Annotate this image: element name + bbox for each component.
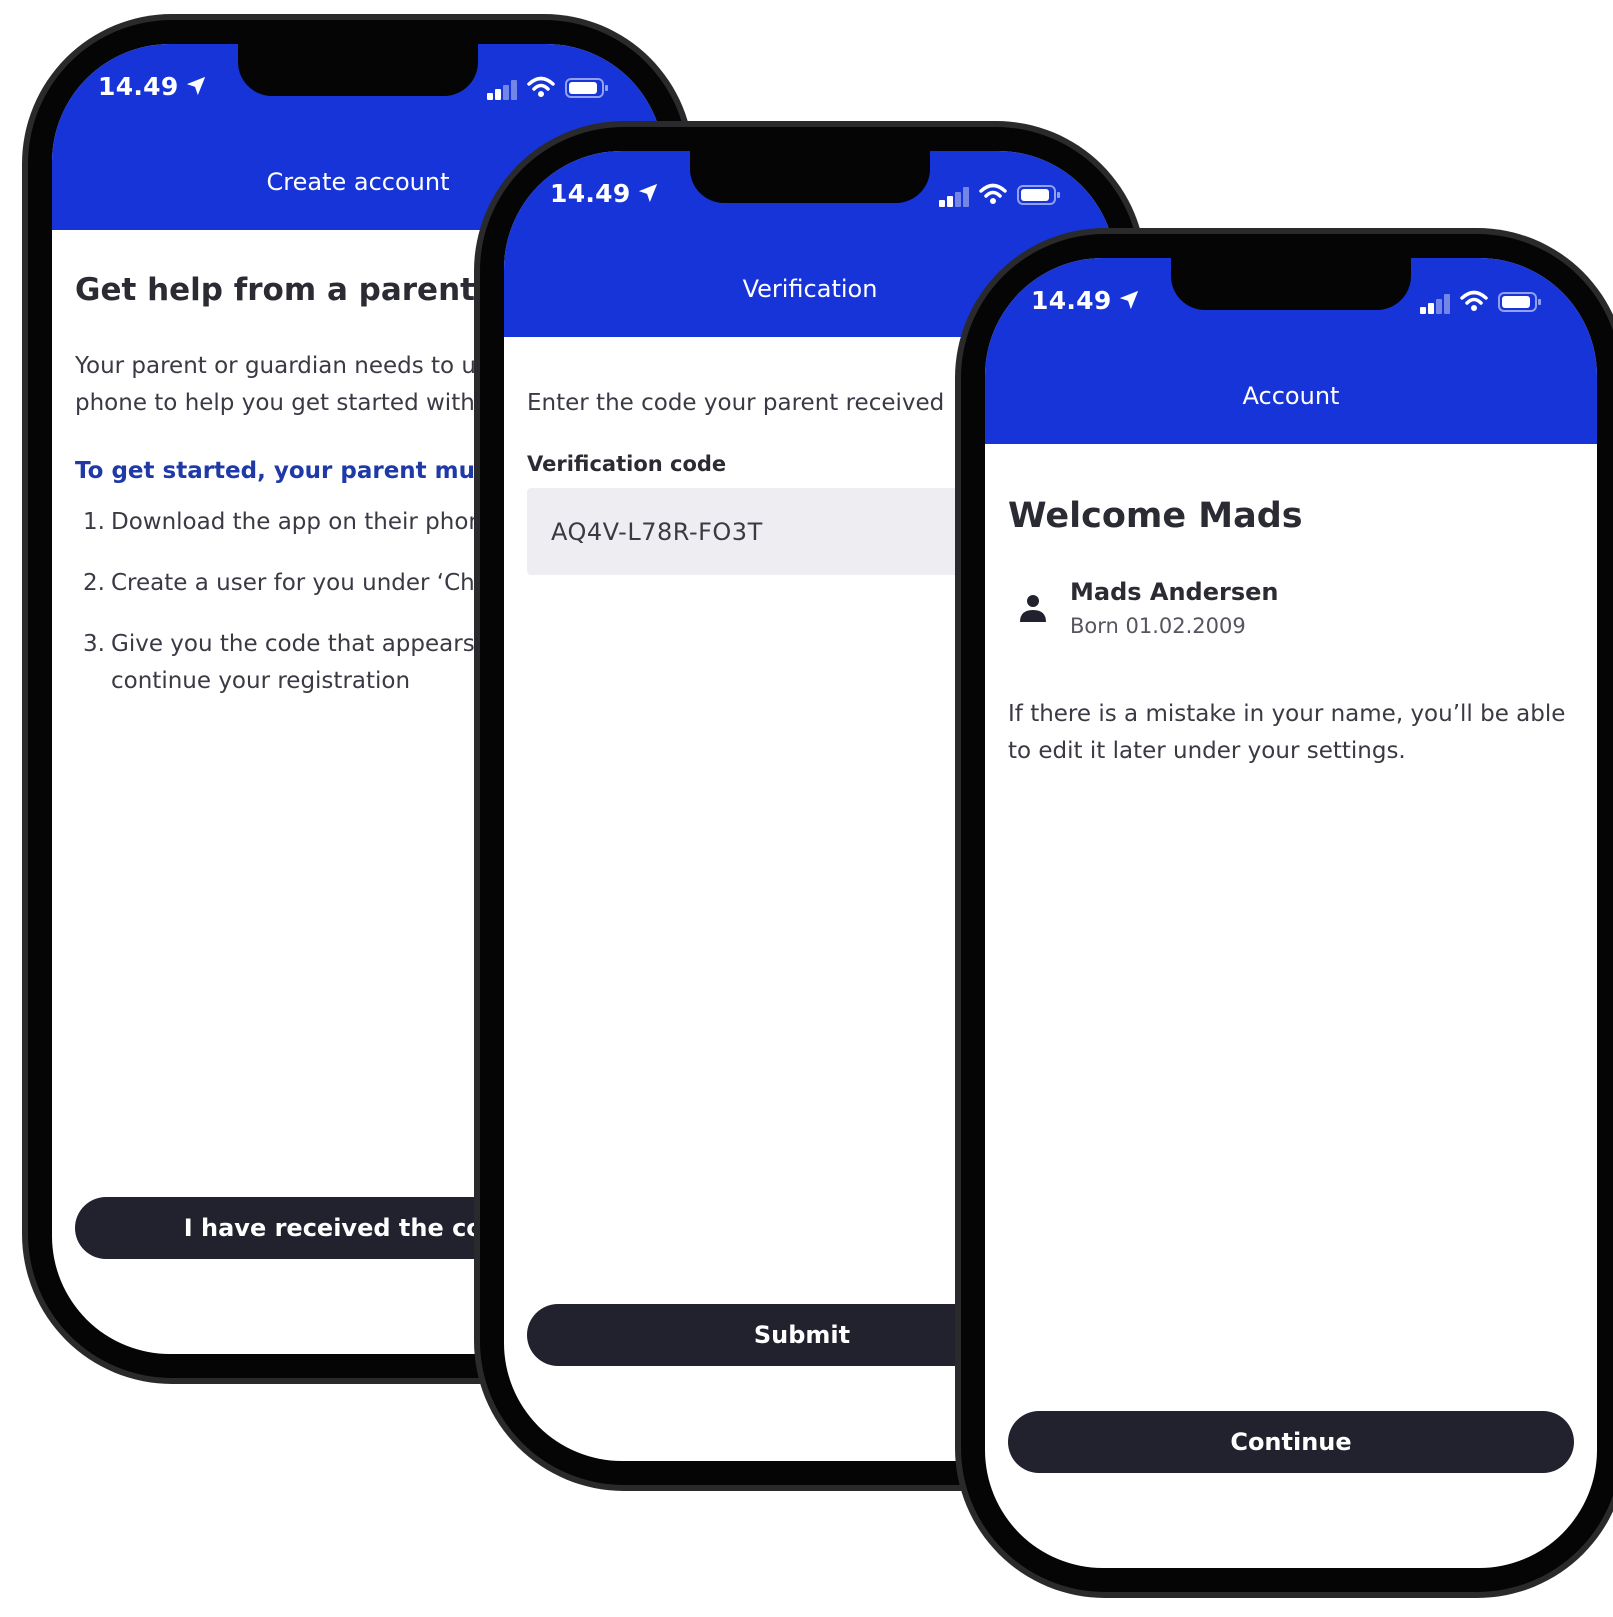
person-card: Mads Andersen Born 01.02.2009 [1008, 578, 1574, 648]
wifi-icon [1460, 290, 1488, 311]
signal-icon [487, 80, 517, 100]
signal-icon [1420, 294, 1450, 314]
welcome-title: Welcome Mads [1008, 496, 1303, 536]
screen-account: 14.49 Account Welcome Mads Mads Andersen… [985, 258, 1597, 1568]
person-icon [1020, 595, 1046, 622]
step-number: 2. [83, 570, 105, 596]
status-time: 14.49 [550, 179, 659, 208]
battery-icon [1017, 185, 1060, 205]
location-arrow-icon [638, 183, 657, 203]
status-time-text: 14.49 [1031, 286, 1112, 315]
wifi-icon [979, 183, 1007, 204]
step-number: 3. [83, 631, 105, 657]
person-birthdate: Born 01.02.2009 [1070, 614, 1246, 638]
verification-code-value: AQ4V-L78R-FO3T [551, 517, 763, 546]
battery-icon [565, 78, 608, 98]
person-name: Mads Andersen [1070, 578, 1279, 606]
status-time: 14.49 [1031, 286, 1140, 315]
notch [238, 44, 478, 96]
status-icons [939, 183, 1069, 209]
wifi-icon [527, 76, 555, 97]
status-icons [1420, 290, 1550, 316]
step-number: 1. [83, 509, 105, 535]
signal-icon [939, 187, 969, 207]
app-header: 14.49 Account [985, 258, 1597, 444]
phone-account: 14.49 Account Welcome Mads Mads Andersen… [955, 228, 1613, 1598]
status-time: 14.49 [98, 72, 207, 101]
status-time-text: 14.49 [550, 179, 631, 208]
battery-icon [1498, 292, 1541, 312]
status-time-text: 14.49 [98, 72, 179, 101]
location-arrow-icon [1119, 290, 1138, 310]
step-text: Download the app on their phone [111, 509, 498, 535]
notch [1171, 258, 1411, 310]
header-title: Account [1242, 382, 1340, 410]
name-note: If there is a mistake in your name, you’… [1008, 701, 1566, 764]
content: Welcome Mads Mads Andersen Born 01.02.20… [1008, 444, 1574, 770]
status-icons [487, 76, 617, 102]
continue-button[interactable]: Continue [1008, 1411, 1574, 1473]
notch [690, 151, 930, 203]
location-arrow-icon [186, 76, 205, 96]
